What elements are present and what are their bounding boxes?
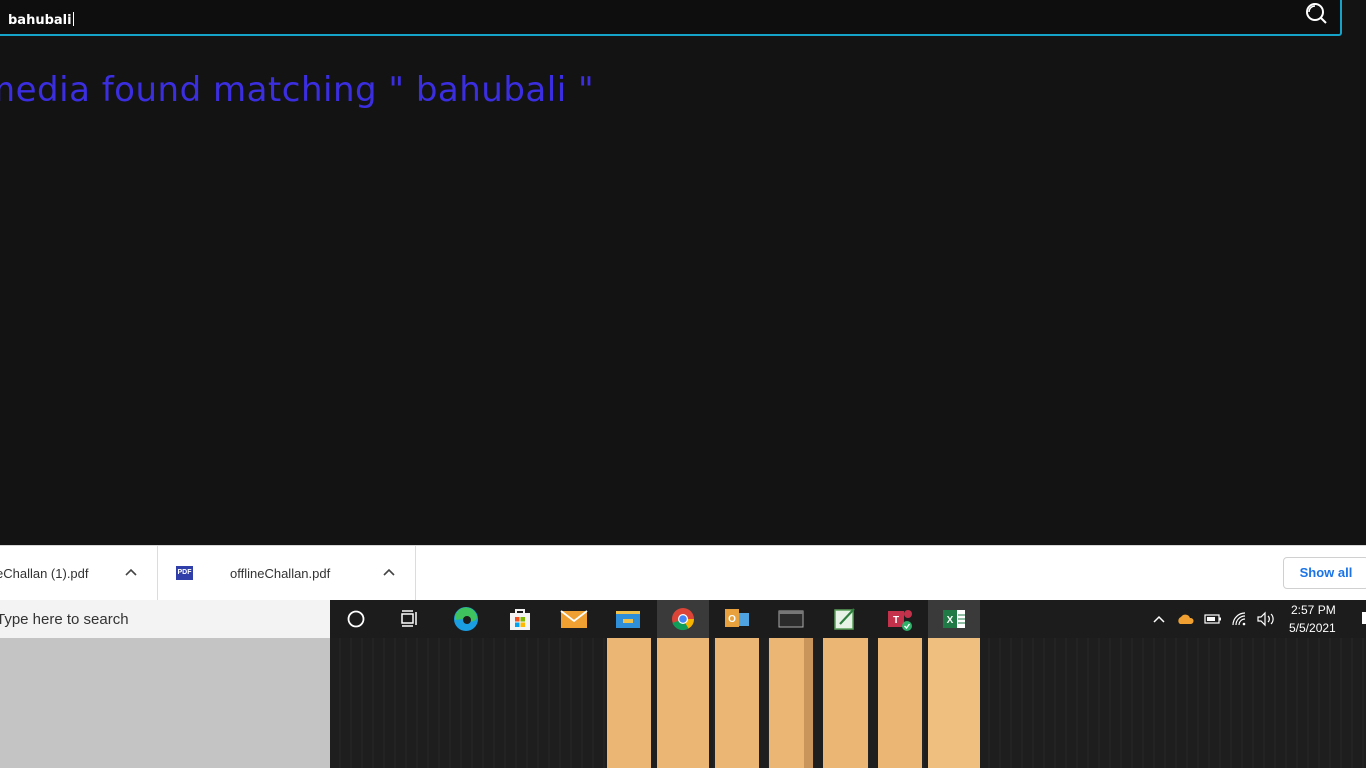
cortana-button[interactable] — [330, 600, 382, 638]
terminal-button[interactable] — [765, 600, 817, 638]
window-preview-strip — [657, 638, 709, 768]
chevron-up-icon[interactable] — [381, 564, 397, 580]
wifi-icon[interactable] — [1231, 611, 1249, 627]
chevron-up-icon[interactable] — [123, 564, 139, 580]
search-bar[interactable]: bahubali — [0, 0, 1342, 36]
excel-button[interactable]: X — [928, 600, 980, 638]
outlook-icon: O — [725, 609, 749, 627]
battery-icon[interactable] — [1204, 613, 1222, 625]
clock-date[interactable]: 5/5/2021 — [1289, 621, 1336, 635]
onedrive-cloud-icon[interactable] — [1176, 612, 1196, 626]
show-all-button[interactable]: Show all — [1283, 557, 1366, 589]
task-view-icon — [401, 610, 417, 627]
cortana-icon — [347, 610, 365, 628]
show-hidden-icons-chevron-up-icon[interactable] — [1152, 612, 1166, 626]
text-caret — [72, 12, 74, 26]
svg-text:O: O — [728, 614, 736, 625]
taskbar-search-placeholder: Type here to search — [0, 611, 129, 628]
outlook-button[interactable]: O — [711, 600, 763, 638]
window-preview-strip — [823, 638, 868, 768]
download-bar: eChallan (1).pdf PDF offlineChallan.pdf … — [0, 545, 1366, 600]
volume-icon[interactable] — [1256, 611, 1276, 627]
svg-text:X: X — [947, 615, 954, 626]
search-flyout-area — [0, 638, 330, 768]
terminal-icon — [778, 610, 804, 628]
teams-button[interactable]: T — [874, 600, 926, 638]
notepad-icon — [834, 608, 855, 630]
taskbar-search-box[interactable]: Type here to search — [0, 600, 330, 638]
svg-text:T: T — [893, 615, 899, 626]
chrome-button[interactable] — [657, 600, 709, 638]
mail-button[interactable] — [548, 600, 600, 638]
edge-button[interactable] — [440, 600, 492, 638]
search-input-value: bahubali — [8, 13, 72, 28]
download-filename: offlineChallan.pdf — [230, 566, 331, 581]
excel-icon: X — [943, 610, 965, 628]
pdf-file-icon: PDF — [176, 566, 193, 580]
download-item[interactable]: eChallan (1).pdf — [0, 546, 158, 600]
window-preview-strip — [607, 638, 651, 768]
show-desktop-button[interactable] — [1362, 612, 1366, 624]
chrome-icon — [672, 608, 694, 631]
search-input[interactable]: bahubali — [8, 12, 74, 28]
task-view-button[interactable] — [384, 600, 436, 638]
window-preview-strip — [769, 638, 813, 768]
clock-time[interactable]: 2:57 PM — [1291, 603, 1336, 617]
notepad-button[interactable] — [819, 600, 871, 638]
store-button[interactable] — [494, 600, 546, 638]
download-filename: eChallan (1).pdf — [0, 566, 89, 581]
download-item[interactable]: PDF offlineChallan.pdf — [158, 546, 416, 600]
file-explorer-icon — [616, 611, 640, 628]
taskbar: Type here to search O T X 2:57 PM 5/5/20… — [0, 600, 1366, 768]
no-results-message: media found matching " bahubali " — [0, 70, 595, 110]
window-preview-strip — [878, 638, 922, 768]
search-icon[interactable] — [1304, 2, 1330, 26]
edge-icon — [454, 607, 478, 631]
mail-icon — [560, 610, 588, 628]
store-icon — [510, 609, 530, 630]
window-preview-strip — [715, 638, 759, 768]
teams-icon: T — [888, 610, 912, 631]
window-preview-strip — [928, 638, 980, 768]
file-explorer-button[interactable] — [602, 600, 654, 638]
